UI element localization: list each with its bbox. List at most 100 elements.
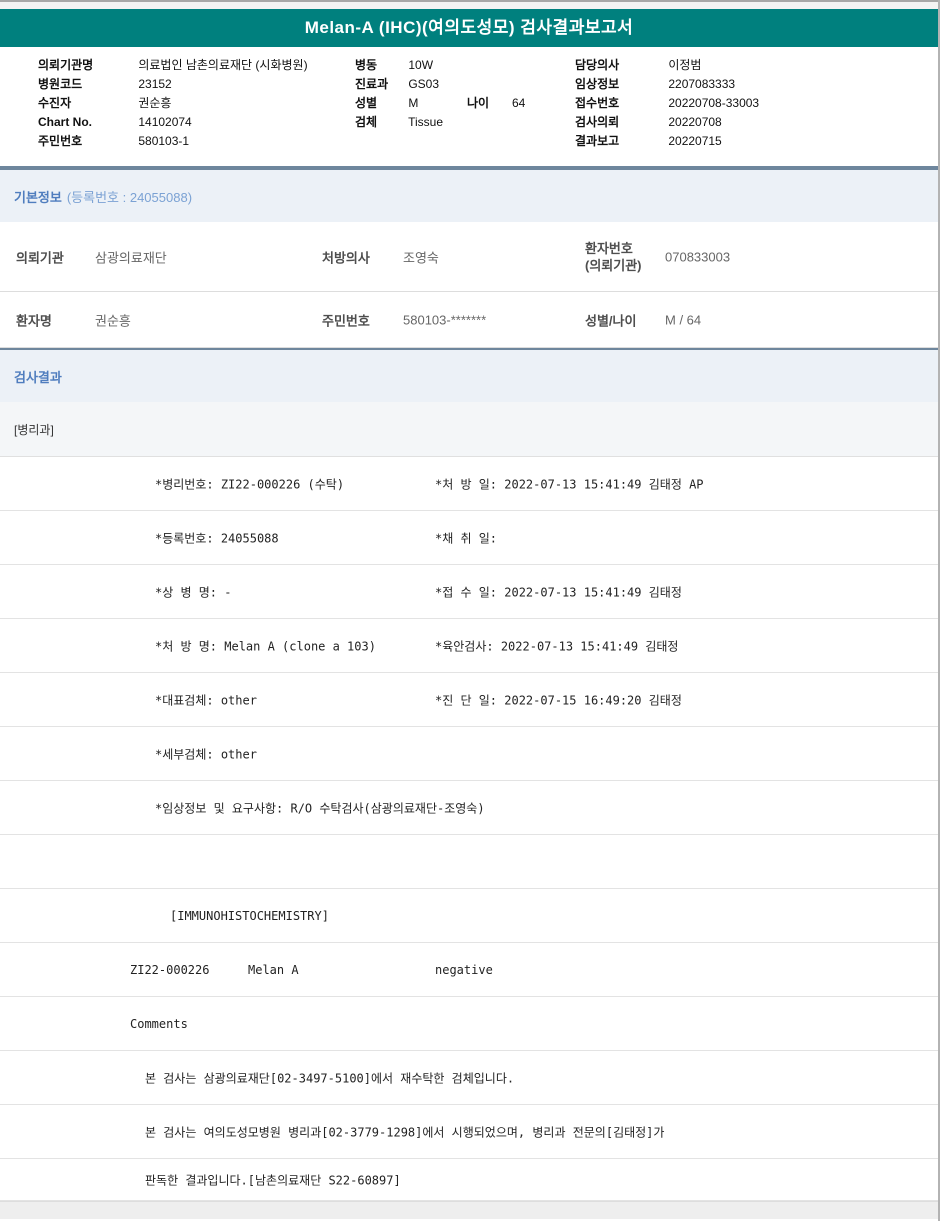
header-field: 검사의뢰 20220708: [575, 113, 759, 132]
header-column-right: 담당의사 이정범 임상정보 2207083333 접수번호 20220708-3…: [575, 56, 759, 151]
age-value: 64: [512, 94, 525, 113]
results-section-header: 검사결과: [0, 348, 938, 402]
detail-left: *세부검체: other: [155, 745, 257, 762]
field-value: M / 64: [665, 312, 701, 327]
detail-row-clinical-info: *임상정보 및 요구사항: R/O 수탁검사(삼광의료재단-조영숙): [0, 781, 938, 835]
detail-left: *대표검체: other: [155, 691, 257, 708]
header-field: 접수번호 20220708-33003: [575, 94, 759, 113]
detail-row-order-name: *처 방 명: Melan A (clone a 103) *육안검사: 202…: [0, 619, 938, 673]
report-title-bar: Melan-A (IHC)(여의도성모) 검사결과보고서: [0, 9, 938, 47]
field-label: 성별/나이: [585, 310, 636, 329]
department-row: [병리과]: [0, 402, 938, 457]
field-value: 20220715: [668, 134, 721, 148]
header-field: 검체 Tissue: [355, 113, 443, 132]
detail-left: *처 방 명: Melan A (clone a 103): [155, 637, 376, 654]
field-label: 성별: [355, 94, 405, 113]
field-value: 20220708-33003: [668, 96, 759, 110]
field-value: 이정범: [668, 58, 701, 72]
field-label: Chart No.: [38, 113, 135, 132]
detail-row-sub-specimen: *세부검체: other: [0, 727, 938, 781]
header-field: 주민번호 580103-1: [38, 132, 308, 151]
field-value: 10W: [408, 58, 433, 72]
report-title: Melan-A (IHC)(여의도성모) 검사결과보고서: [305, 18, 634, 37]
field-label: 주민번호: [38, 132, 135, 151]
patient-header-info: 의뢰기관명 의료법인 남촌의료재단 (시화병원) 병원코드 23152 수진자 …: [0, 47, 938, 168]
section-title: 기본정보: [14, 187, 62, 206]
field-label: 환자번호 (의뢰기관): [585, 240, 642, 274]
header-field: 담당의사 이정범: [575, 56, 759, 75]
header-column-left: 의뢰기관명 의료법인 남촌의료재단 (시화병원) 병원코드 23152 수진자 …: [38, 56, 308, 151]
ihc-header-row: [IMMUNOHISTOCHEMISTRY]: [0, 889, 938, 943]
field-value: 14102074: [138, 115, 191, 129]
field-label: 검체: [355, 113, 405, 132]
comment-row-1: 본 검사는 삼광의료재단[02-3497-5100]에서 재수탁한 검체입니다.: [0, 1051, 938, 1105]
ihc-result-row: ZI22-000226 Melan A negative: [0, 943, 938, 997]
field-value: 580103-1: [138, 134, 189, 148]
field-label: 수진자: [38, 94, 135, 113]
comments-label: Comments: [130, 1017, 188, 1031]
field-label: 병원코드: [38, 75, 135, 94]
field-label-line2: (의뢰기관): [585, 258, 642, 273]
comment-text: 본 검사는 여의도성모병원 병리과[02-3779-1298]에서 시행되었으며…: [145, 1123, 664, 1140]
detail-row-diagnosis-name: *상 병 명: - *접 수 일: 2022-07-13 15:41:49 김태…: [0, 565, 938, 619]
result-value: negative: [435, 963, 493, 977]
field-value: Tissue: [408, 115, 443, 129]
detail-left: *병리번호: ZI22-000226 (수탁): [155, 475, 344, 492]
detail-row-empty: [0, 835, 938, 889]
comment-row-2: 본 검사는 여의도성모병원 병리과[02-3779-1298]에서 시행되었으며…: [0, 1105, 938, 1159]
comment-text: 본 검사는 삼광의료재단[02-3497-5100]에서 재수탁한 검체입니다.: [145, 1069, 514, 1086]
section-subtitle: (등록번호 : 24055088): [67, 187, 192, 206]
field-label: 임상정보: [575, 75, 665, 94]
section-title: 검사결과: [14, 367, 62, 386]
field-value: 권순흥: [138, 96, 171, 110]
basic-info-section-header: 기본정보 (등록번호 : 24055088): [0, 168, 938, 222]
result-code: ZI22-000226: [130, 963, 209, 977]
header-field: 진료과 GS03: [355, 75, 443, 94]
detail-right: *채 취 일:: [435, 529, 497, 546]
field-value: 의료법인 남촌의료재단 (시화병원): [138, 58, 307, 72]
age-label: 나이: [467, 94, 489, 113]
field-value: 조영숙: [403, 247, 439, 266]
field-label: 병동: [355, 56, 405, 75]
detail-row-registration-no: *등록번호: 24055088 *채 취 일:: [0, 511, 938, 565]
field-label: 접수번호: [575, 94, 665, 113]
detail-left: *등록번호: 24055088: [155, 529, 279, 546]
detail-right: *진 단 일: 2022-07-15 16:49:20 김태정: [435, 691, 682, 708]
field-value: GS03: [408, 77, 439, 91]
header-field: 성별 M: [355, 94, 443, 113]
header-field: 병원코드 23152: [38, 75, 308, 94]
header-field: 병동 10W: [355, 56, 443, 75]
comment-text: 판독한 결과입니다.[남촌의료재단 S22-60897]: [145, 1171, 401, 1188]
detail-left: *임상정보 및 요구사항: R/O 수탁검사(삼광의료재단-조영숙): [155, 799, 485, 816]
field-label-line1: 환자번호: [585, 241, 633, 256]
basic-info-row-1: 의뢰기관 삼광의료재단 처방의사 조영숙 환자번호 (의뢰기관) 0708330…: [0, 222, 938, 292]
field-label: 처방의사: [322, 247, 370, 266]
footer-strip: [0, 1201, 938, 1219]
detail-row-main-specimen: *대표검체: other *진 단 일: 2022-07-15 16:49:20…: [0, 673, 938, 727]
field-value: 권순흥: [95, 310, 131, 329]
field-label: 의뢰기관: [16, 247, 64, 266]
field-value: 580103-*******: [403, 312, 486, 327]
field-value: 2207083333: [668, 77, 735, 91]
field-label: 결과보고: [575, 132, 665, 151]
header-field: Chart No. 14102074: [38, 113, 308, 132]
field-value: 070833003: [665, 249, 730, 264]
result-test: Melan A: [248, 963, 299, 977]
field-label: 주민번호: [322, 310, 370, 329]
field-value: M: [408, 96, 418, 110]
field-label: 검사의뢰: [575, 113, 665, 132]
detail-right: *육안검사: 2022-07-13 15:41:49 김태정: [435, 637, 678, 654]
top-gap: [0, 2, 938, 9]
field-label: 진료과: [355, 75, 405, 94]
header-field: 임상정보 2207083333: [575, 75, 759, 94]
header-column-middle: 병동 10W 진료과 GS03 성별 M 검체 Tissue: [355, 56, 443, 132]
detail-right: *처 방 일: 2022-07-13 15:41:49 김태정 AP: [435, 475, 704, 492]
header-field: 결과보고 20220715: [575, 132, 759, 151]
field-label: 의뢰기관명: [38, 56, 135, 75]
comments-header-row: Comments: [0, 997, 938, 1051]
comment-row-3: 판독한 결과입니다.[남촌의료재단 S22-60897]: [0, 1159, 938, 1201]
field-label: 담당의사: [575, 56, 665, 75]
field-value: 23152: [138, 77, 171, 91]
field-value: 20220708: [668, 115, 721, 129]
detail-left: *상 병 명: -: [155, 583, 231, 600]
